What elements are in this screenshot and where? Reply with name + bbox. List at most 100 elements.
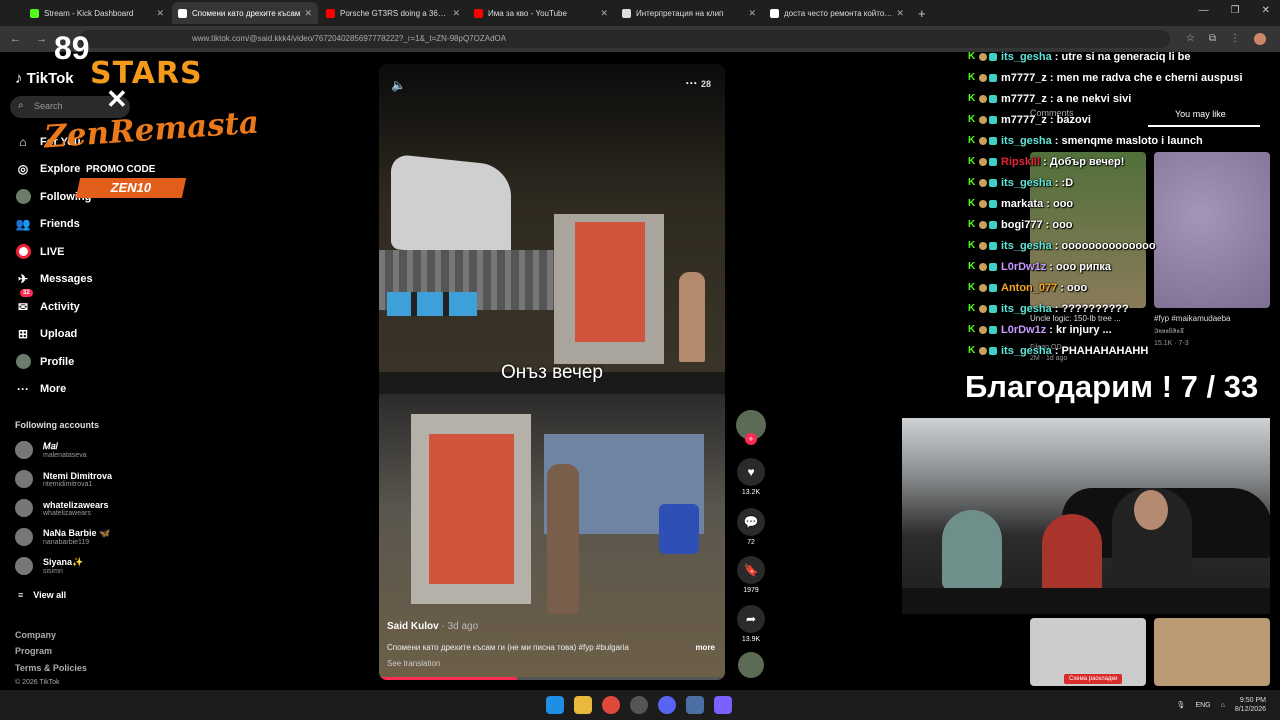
chat-username[interactable]: its_gesha bbox=[1001, 345, 1052, 357]
browser-tab[interactable]: Porsche GT3RS doing a 360 - Yo ✕ bbox=[320, 2, 466, 24]
new-tab-button[interactable]: + bbox=[918, 6, 926, 21]
sidebar-item-label: LIVE bbox=[40, 245, 65, 258]
following-account[interactable]: Ntemi Dimitrova ntemidimitrova1 bbox=[15, 470, 112, 488]
tab-favicon-icon bbox=[770, 8, 779, 18]
chat-text: men me radva che e cherni auspusi bbox=[1056, 71, 1243, 84]
view-all-link[interactable]: ≡ View all bbox=[18, 590, 66, 600]
video-progress-bar[interactable] bbox=[379, 677, 725, 680]
window-controls: — ❐ ✕ bbox=[1199, 5, 1270, 16]
close-window-icon[interactable]: ✕ bbox=[1262, 5, 1270, 16]
menu-icon[interactable]: ⋮ bbox=[1230, 33, 1240, 45]
tab-close-icon[interactable]: ✕ bbox=[896, 8, 904, 19]
chat-text: oooooooooooooo bbox=[1061, 239, 1156, 252]
chat-username[interactable]: L0rDw1z bbox=[1001, 324, 1046, 336]
footer-link[interactable]: Terms & Policies bbox=[15, 663, 87, 673]
sub-badge-icon bbox=[989, 304, 997, 313]
file-explorer-icon[interactable] bbox=[574, 696, 592, 714]
star-icon[interactable]: ☆ bbox=[1186, 33, 1195, 45]
clock[interactable]: 9:50 PM 8/12/2026 bbox=[1235, 696, 1266, 714]
chat-username[interactable]: bogi777 bbox=[1001, 219, 1043, 231]
chat-username[interactable]: its_gesha bbox=[1001, 135, 1052, 147]
chat-message: K L0rDw1z : ооо рипка bbox=[968, 256, 1280, 277]
kick-icon: K bbox=[968, 51, 976, 62]
extensions-icon[interactable]: ⧉ bbox=[1209, 33, 1216, 45]
back-icon[interactable]: ← bbox=[10, 33, 26, 45]
network-icon[interactable]: ⌂ bbox=[1221, 702, 1225, 709]
sub-badge-icon bbox=[989, 283, 997, 292]
chat-text: PHAHAHAHAHH bbox=[1061, 344, 1149, 357]
following-account[interactable]: NaNa Barbie 🦋 nanabarbie119 bbox=[15, 528, 110, 546]
video-caption-overlay: Онъз вечер bbox=[501, 362, 603, 383]
browser-tab[interactable]: доста често ремонта който се ✕ bbox=[764, 2, 910, 24]
chat-text: utre si na generaciq li be bbox=[1061, 50, 1191, 63]
sidebar-item-profile[interactable]: Profile bbox=[14, 348, 93, 376]
tab-close-icon[interactable]: ✕ bbox=[748, 8, 756, 19]
browser-tab[interactable]: Има за кво - YouTube ✕ bbox=[468, 2, 614, 24]
footer-link[interactable]: Program bbox=[15, 646, 52, 656]
chat-colon: : bbox=[1051, 302, 1062, 315]
obs-icon[interactable] bbox=[630, 696, 648, 714]
chat-username[interactable]: m7777_z bbox=[1001, 114, 1047, 126]
sidebar-item-more[interactable]: ··· More bbox=[14, 376, 93, 404]
sidebar-item-label: Upload bbox=[40, 328, 78, 341]
tab-close-icon[interactable]: ✕ bbox=[156, 8, 164, 19]
more-link[interactable]: more bbox=[695, 643, 715, 652]
chat-username[interactable]: its_gesha bbox=[1001, 177, 1052, 189]
video-options-icon[interactable]: ··· 28 bbox=[686, 76, 711, 90]
start-icon[interactable] bbox=[546, 696, 564, 714]
red-door-shape bbox=[575, 222, 645, 342]
save-button[interactable]: 🔖 1979 bbox=[736, 556, 766, 594]
sound-icon[interactable]: 🔈 bbox=[391, 78, 406, 92]
chat-username[interactable]: its_gesha bbox=[1001, 303, 1052, 315]
badge-icon bbox=[979, 178, 987, 187]
chat-username[interactable]: markata bbox=[1001, 198, 1043, 210]
browser-tab[interactable]: Stream - Kick Dashboard ✕ bbox=[24, 2, 170, 24]
chat-username[interactable]: Anton_077 bbox=[1001, 282, 1057, 294]
video-author[interactable]: Said Kulov · 3d ago bbox=[387, 621, 478, 632]
settings-icon[interactable] bbox=[686, 696, 704, 714]
like-button[interactable]: ♥ 13.2K bbox=[736, 458, 766, 496]
app-icon[interactable] bbox=[714, 696, 732, 714]
chat-username[interactable]: its_gesha bbox=[1001, 240, 1052, 252]
sidebar-item-friends[interactable]: 👥 Friends bbox=[14, 211, 93, 239]
tab-close-icon[interactable]: ✕ bbox=[304, 8, 312, 19]
tab-close-icon[interactable]: ✕ bbox=[452, 8, 460, 19]
discord-icon[interactable] bbox=[658, 696, 676, 714]
sidebar-item-live[interactable]: LIVE bbox=[14, 238, 93, 266]
chat-colon: : bbox=[1046, 323, 1057, 336]
chat-username[interactable]: L0rDw1z bbox=[1001, 261, 1046, 273]
minimize-icon[interactable]: — bbox=[1199, 5, 1209, 16]
sidebar-item-activity[interactable]: ✉ 32 Activity bbox=[14, 289, 93, 321]
chat-username[interactable]: Ripskill bbox=[1001, 156, 1040, 168]
chat-username[interactable]: its_gesha bbox=[1001, 51, 1052, 63]
browser-profile-avatar[interactable] bbox=[1254, 33, 1266, 45]
language-indicator[interactable]: ENG bbox=[1195, 702, 1210, 709]
following-account[interactable]: 𝑀𝑎𝑙 malenataseva bbox=[15, 441, 87, 459]
following-account[interactable]: whatelizawears whatelizawears bbox=[15, 499, 109, 517]
sidebar-item-upload[interactable]: ⊞ Upload bbox=[14, 321, 93, 349]
footer-link[interactable]: Company bbox=[15, 630, 56, 640]
suggested-video-thumb[interactable] bbox=[1154, 618, 1270, 686]
follow-plus-icon[interactable]: + bbox=[745, 433, 757, 445]
chat-username[interactable]: m7777_z bbox=[1001, 93, 1047, 105]
badge-icon bbox=[979, 220, 987, 229]
share-button[interactable]: ➦ 13.9K bbox=[736, 605, 766, 643]
video-player[interactable]: 🔈 ··· 28 Онъз вечер Said Kulov · 3d ago … bbox=[379, 64, 725, 680]
following-account[interactable]: Siyana✨ sisimn bbox=[15, 557, 83, 575]
kick-icon: K bbox=[968, 177, 976, 188]
comment-button[interactable]: 💬 72 bbox=[736, 508, 766, 546]
maximize-icon[interactable]: ❐ bbox=[1231, 5, 1240, 16]
music-disc-button[interactable] bbox=[736, 652, 766, 678]
sidebar-item-label: Friends bbox=[40, 218, 80, 231]
avatar bbox=[15, 528, 33, 546]
browser-tab[interactable]: Спомени като дрехите късам ✕ bbox=[172, 2, 318, 24]
see-translation-link[interactable]: See translation bbox=[387, 659, 440, 668]
creator-avatar-button[interactable]: + bbox=[736, 410, 766, 445]
browser-tab[interactable]: Интерпретация на клип ✕ bbox=[616, 2, 762, 24]
chrome-icon[interactable] bbox=[602, 696, 620, 714]
mic-icon[interactable]: 🎙 bbox=[1177, 701, 1186, 709]
badge-icon bbox=[979, 325, 987, 334]
tab-close-icon[interactable]: ✕ bbox=[600, 8, 608, 19]
chat-username[interactable]: m7777_z bbox=[1001, 72, 1047, 84]
avatar bbox=[15, 499, 33, 517]
